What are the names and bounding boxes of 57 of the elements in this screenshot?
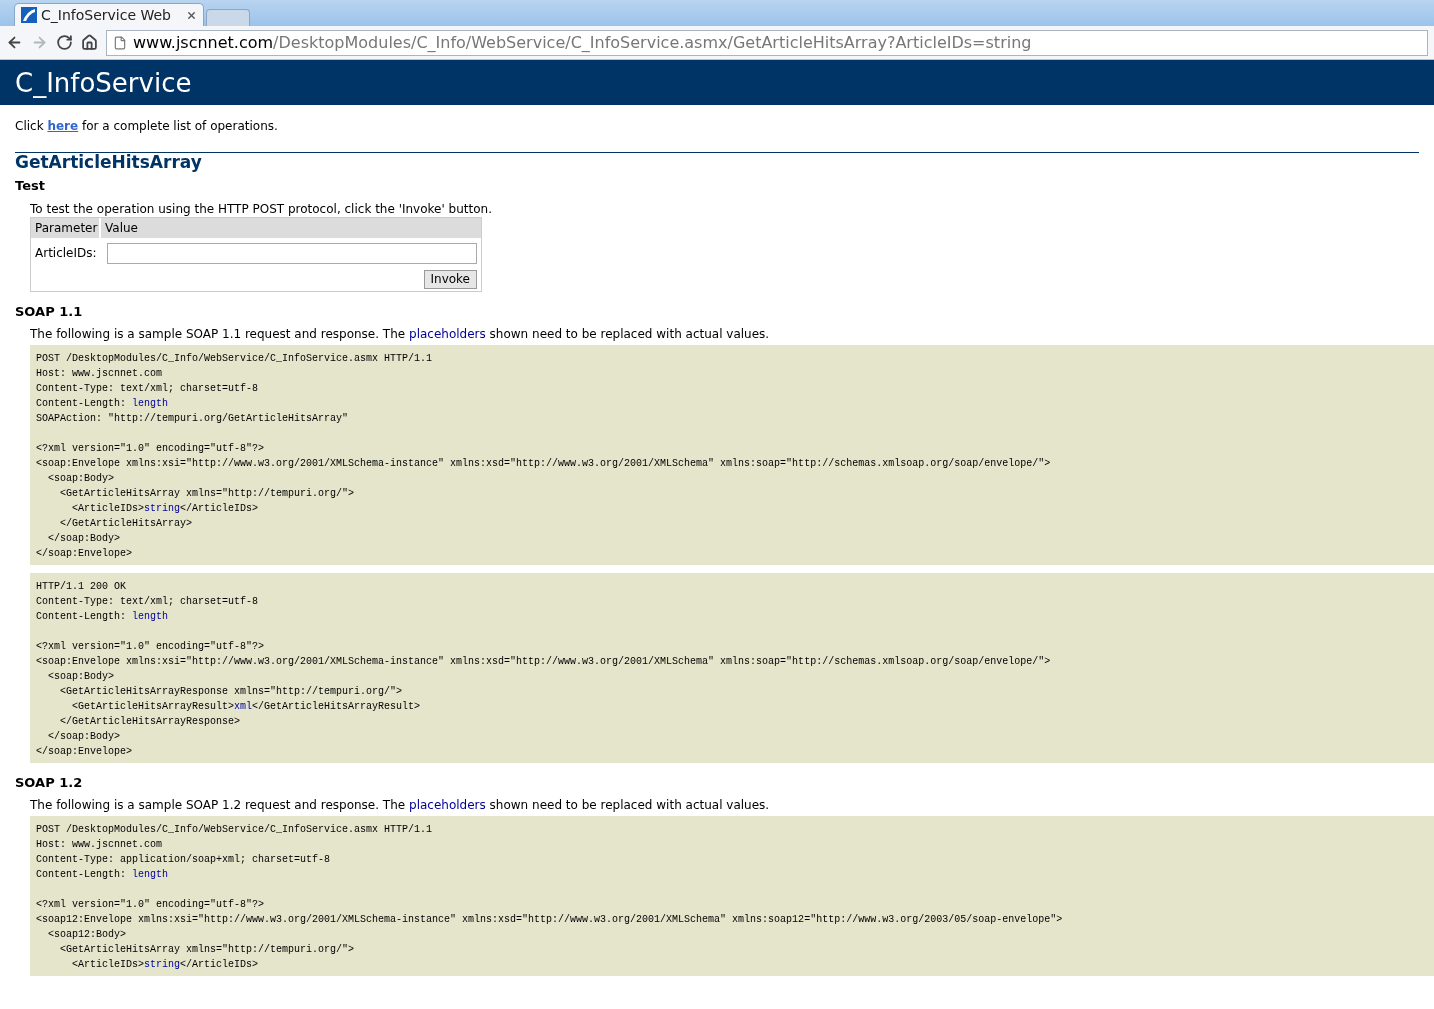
code-line: </GetArticleHitsArrayResponse> [59,715,241,729]
code-line: <GetArticleHitsArrayResult>xml</GetArticleHitsArrayResult> [71,700,421,714]
code-line: </soap:Envelope> [36,745,132,759]
code-line: <GetArticleHitsArrayResponse xmlns="http://tempuri.org/"> [59,685,403,699]
code-line: </GetArticleHitsArray> [59,517,193,531]
section-text: The following is a sample SOAP 1.2 request and response. The placeholders shown need to be replaced with actual values. [30,798,770,813]
code-line: Content-Length: length [36,868,169,882]
code-line: HTTP/1.1 200 OK [36,580,126,594]
page-title: C_InfoService [15,67,192,100]
back-icon[interactable] [6,34,23,51]
test-text: To test the operation using the HTTP POST protocol, click the 'Invoke' button. [30,202,492,217]
code-line: <ArticleIDs>string</ArticleIDs> [71,958,259,972]
code-line: Content-Type: text/xml; charset=utf-8 [36,382,259,396]
section-heading: Test [15,178,45,193]
page-icon [113,35,127,50]
code-line: Host: www.jscnnet.com [36,367,163,381]
column-header: Parameter [31,218,99,238]
code-line: <soap:Envelope xmlns:xsi="http://www.w3.org/2001/XMLSchema-instance" xmlns:xsd="http://www.w3.org/2001/XMLSchema" xmlns:soap="http://schemas.xmlsoap.org/soap/envelope/"> [36,457,1051,471]
reload-icon[interactable] [56,34,73,51]
close-icon[interactable] [186,9,197,21]
section-heading: SOAP 1.1 [15,304,83,319]
tab-title: C_InfoService Web [41,5,171,25]
parameter-label: ArticleIDs: [35,246,98,261]
code-line: <ArticleIDs>string</ArticleIDs> [71,502,259,516]
code-line: POST /DesktopModules/C_Info/WebService/C_InfoService.asmx HTTP/1.1 [36,352,433,366]
code-line: Host: www.jscnnet.com [36,838,163,852]
section-heading: SOAP 1.2 [15,775,83,790]
operation-title: GetArticleHitsArray [15,155,202,170]
code-line: </soap:Body> [47,730,120,744]
code-line: Content-Type: text/xml; charset=utf-8 [36,595,259,609]
browser-tab[interactable]: C_InfoService Web [14,3,204,26]
code-line: Content-Length: length [36,397,169,411]
code-line: <?xml version="1.0" encoding="utf-8"?> [36,898,265,912]
code-line: Content-Length: length [36,610,169,624]
code-line: <soap:Body> [47,472,114,486]
code-line: <GetArticleHitsArray xmlns="http://tempuri.org/"> [59,943,355,957]
code-line: <?xml version="1.0" encoding="utf-8"?> [36,640,265,654]
here-link[interactable]: here [47,119,79,133]
code-line: <soap12:Body> [47,928,126,942]
invoke-button[interactable]: Invoke [423,270,477,289]
column-header: Value [101,218,481,238]
code-line: <soap:Envelope xmlns:xsi="http://www.w3.org/2001/XMLSchema-instance" xmlns:xsd="http://www.w3.org/2001/XMLSchema" xmlns:soap="http://schemas.xmlsoap.org/soap/envelope/"> [36,655,1051,669]
code-line: <?xml version="1.0" encoding="utf-8"?> [36,442,265,456]
code-line: <soap:Body> [47,670,114,684]
code-line: <soap12:Envelope xmlns:xsi="http://www.w3.org/2001/XMLSchema-instance" xmlns:xsd="http://www.w3.org/2001/XMLSchema" xmlns:soap12="http://www.w3.org/2003/05/soap-envelope"> [36,913,1063,927]
intro-text: Click here for a complete list of operations. [15,119,278,134]
code-line: Content-Type: application/soap+xml; charset=utf-8 [36,853,331,867]
code-line: </soap:Body> [47,532,120,546]
section-text: The following is a sample SOAP 1.1 request and response. The placeholders shown need to be replaced with actual values. [30,327,770,342]
home-icon[interactable] [81,34,98,51]
code-line: </soap:Envelope> [36,547,132,561]
favicon-icon [21,7,37,23]
parameter-input[interactable] [107,243,477,264]
code-line: <GetArticleHitsArray xmlns="http://tempuri.org/"> [59,487,355,501]
code-line: POST /DesktopModules/C_Info/WebService/C_InfoService.asmx HTTP/1.1 [36,823,433,837]
address-bar[interactable]: www.jscnnet.com/DesktopModules/C_Info/WebService/C_InfoService.asmx/GetArticleHitsArray?ArticleIDs=string [106,29,1428,56]
code-line: SOAPAction: "http://tempuri.org/GetArticleHitsArray" [36,412,349,426]
